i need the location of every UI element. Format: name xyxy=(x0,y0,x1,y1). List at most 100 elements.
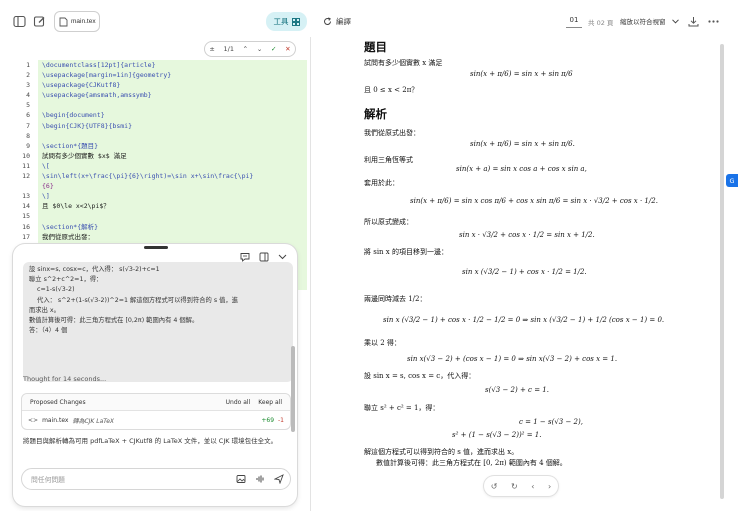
message-line: 而求出 x。 xyxy=(29,306,60,314)
panel-expand-icon[interactable] xyxy=(259,252,269,262)
preview-text: 利用三角恆等式 xyxy=(364,156,413,164)
chat-input-placeholder: 問任何問題 xyxy=(31,476,65,484)
chat-input[interactable]: 問任何問題 xyxy=(21,468,291,490)
search-count: 1/1 xyxy=(223,45,234,53)
code-line: \usepackage{CJKutf8} xyxy=(42,81,121,90)
preview-equation: sin x · √3/2 + cos x · 1/2 = sin x + 1/2… xyxy=(459,231,595,239)
preview-equation: sin x (√3/2 − 1) + cos x · 1/2 − 1/2 = 0… xyxy=(383,316,665,324)
chat-scrollbar[interactable] xyxy=(291,346,295,432)
compile-label: 編譯 xyxy=(336,17,351,26)
edit-icon[interactable] xyxy=(32,14,46,28)
chevron-down-icon[interactable] xyxy=(278,252,287,261)
preview-equation: sin(x + π/6) = sin x cos π/6 + cos x sin… xyxy=(410,197,658,205)
change-row[interactable]: <> main.tex 轉為CJK LaTeX +69 -1 xyxy=(22,411,290,430)
close-icon[interactable]: ✕ xyxy=(285,45,290,53)
preview-heading-question: 題目 xyxy=(364,40,387,54)
file-tab[interactable]: main.tex xyxy=(54,11,100,32)
check-icon[interactable]: ✓ xyxy=(271,45,276,53)
keep-all-button[interactable]: Keep all xyxy=(258,399,282,406)
line-number: 11 xyxy=(22,161,30,170)
code-line: \[ xyxy=(42,161,50,170)
line-number: 1 xyxy=(26,61,30,69)
code-line: 試問有多少個實數 $x$ 滿足 xyxy=(42,151,127,160)
chat-header-actions xyxy=(240,252,287,262)
thought-status[interactable]: Thought for 14 seconds... xyxy=(23,375,106,383)
pdf-preview: 題目 試問有多少個實數 x 滿足 sin(x + π/6) = sin x + … xyxy=(312,37,728,511)
chevron-up-icon[interactable]: ⌃ xyxy=(243,45,248,53)
image-icon[interactable] xyxy=(236,474,246,484)
chevron-down-icon[interactable]: ⌄ xyxy=(257,45,262,53)
preview-scrollbar[interactable] xyxy=(720,44,724,499)
undo-icon[interactable]: ↺ xyxy=(491,482,498,491)
message-line: 設 sinx=s, cosx=c，代入得： s(√3-2)+c=1 xyxy=(29,266,160,273)
file-tab-label: main.tex xyxy=(71,18,96,25)
line-number: 6 xyxy=(26,111,30,120)
preview-text: 且 0 ≤ x < 2π？ xyxy=(364,86,419,94)
line-number: 9 xyxy=(26,141,30,150)
assistant-message: 設 sinx=s, cosx=c，代入得： s(√3-2)+c=1 聯立 s^2… xyxy=(23,262,293,382)
chevron-right-icon[interactable]: › xyxy=(548,482,551,491)
redo-icon[interactable]: ↻ xyxy=(511,482,518,491)
preview-equation: sin x (√3/2 − 1) + cos x · 1/2 = 1/2. xyxy=(462,268,587,276)
preview-float-toolbar: ↺ ↻ ‹ › xyxy=(484,476,558,496)
undo-all-button[interactable]: Undo all xyxy=(226,399,251,406)
code-line: {6} xyxy=(42,182,54,191)
preview-text: 解這個方程式可以得到符合的 s 值，進而求出 x。 xyxy=(364,448,519,456)
page-total: 共 02 頁 xyxy=(588,19,614,27)
line-number: 12 xyxy=(22,172,30,181)
preview-text: 套用於此： xyxy=(364,179,399,187)
code-line: \documentclass[12pt]{article} xyxy=(42,61,156,69)
line-number: 2 xyxy=(26,71,30,80)
code-line: \usepackage[margin=1in]{geometry} xyxy=(42,71,172,80)
code-line: \sin\left(x+\frac{\pi}{6}\right)=\sin x+… xyxy=(42,172,254,181)
more-options-icon[interactable] xyxy=(706,14,720,28)
line-number: 14 xyxy=(22,202,30,211)
chevron-left-icon[interactable]: ‹ xyxy=(531,482,534,491)
pane-divider[interactable] xyxy=(310,37,311,511)
refresh-icon xyxy=(324,17,331,25)
preview-text: 設 sin x = s, cos x = c，代入得： xyxy=(364,372,476,380)
drag-handle[interactable] xyxy=(144,246,168,249)
zoom-select[interactable]: 縮放以符合視窗 xyxy=(620,16,679,26)
line-number: 16 xyxy=(22,222,30,231)
file-icon xyxy=(59,17,68,26)
line-number-gutter: 1 2 3 4 5 6 7 8 9 10 11 12 13 14 15 16 1… xyxy=(0,60,37,242)
sidebar-toggle-icon[interactable] xyxy=(12,14,26,28)
page-current-input[interactable]: 01 xyxy=(566,16,582,28)
zoom-label: 縮放以符合視窗 xyxy=(620,18,666,26)
voice-icon[interactable] xyxy=(255,474,265,484)
line-number: 5 xyxy=(26,101,30,110)
line-number: 17 xyxy=(22,232,30,241)
preview-text: 聯立 s² + c² = 1，得： xyxy=(364,404,440,412)
additions-count: +69 xyxy=(261,417,275,424)
code-line: \] xyxy=(42,192,50,201)
proposed-changes-title: Proposed Changes xyxy=(30,398,86,406)
preview-equation: c = 1 − s(√3 − 2), xyxy=(519,418,583,426)
line-number: 4 xyxy=(26,91,30,100)
preview-equation: s(√3 − 2) + c = 1. xyxy=(485,386,549,394)
line-number: 7 xyxy=(26,121,30,130)
compile-button[interactable]: 編譯 xyxy=(323,13,351,30)
preview-text: 乘以 2 得： xyxy=(364,339,401,347)
preview-equation: sin(x + π/6) = sin x + sin π/6. xyxy=(470,140,575,148)
comment-icon[interactable] xyxy=(240,252,250,262)
preview-text: 兩邊同時減去 1/2： xyxy=(364,295,427,303)
send-icon[interactable] xyxy=(274,474,284,484)
code-line: \usepackage{amsmath,amssymb} xyxy=(42,91,152,100)
message-line: c=1-s(√3-2) xyxy=(29,286,75,294)
assistant-summary: 將題目與解析轉為可用 pdfLaTeX + CJKutf8 的 LaTeX 文件… xyxy=(23,437,278,445)
download-icon[interactable] xyxy=(686,14,700,28)
preview-text: 我們從原式出發： xyxy=(364,129,420,137)
preview-equation: s² + (1 − s(√3 − 2))² = 1. xyxy=(452,431,542,439)
tools-label: 工具 xyxy=(273,17,289,26)
tools-button[interactable]: 工具 xyxy=(266,12,307,31)
chevron-down-icon xyxy=(671,18,679,24)
translate-side-tab[interactable]: G xyxy=(726,174,738,187)
message-line: 聯立 s^2+c^2=1，得： xyxy=(29,276,103,284)
message-line: 答：（4）4 個 xyxy=(29,327,68,335)
code-line: \section*{題目} xyxy=(42,141,99,150)
chat-input-actions xyxy=(236,474,284,484)
